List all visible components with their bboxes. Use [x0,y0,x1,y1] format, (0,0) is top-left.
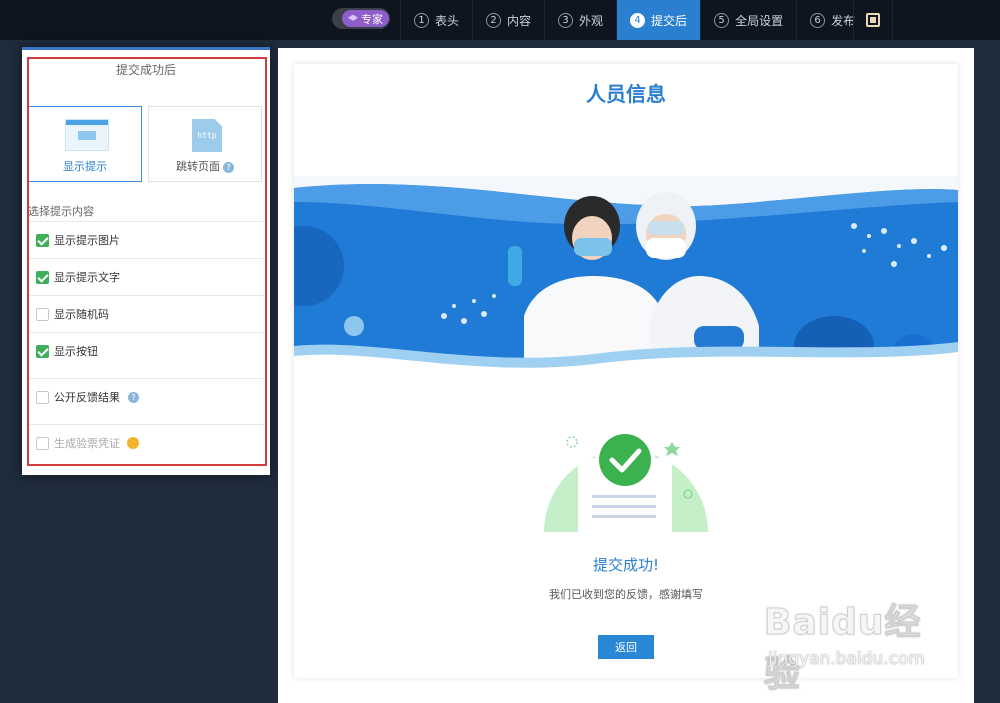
graduation-cap-icon [348,14,358,21]
baidu-watermark: Baidu经验 jingyan.baidu.com [764,593,954,696]
step-number: 3 [558,12,574,28]
checkbox-unchecked[interactable] [36,390,49,404]
checkbox-generate-ticket: 生成验票凭证 [28,424,264,461]
top-bar: 专家 1 表头 2 内容 3 外观 4 提交后 5 全局设置 6 发布 [0,0,1000,40]
http-file-icon: http [192,119,222,152]
step-number: 2 [486,12,502,28]
step-tabs: 1 表头 2 内容 3 外观 4 提交后 5 全局设置 6 发布 [400,0,868,40]
section-label: 选择提示内容 [28,205,94,218]
step-tab-after-submit[interactable]: 4 提交后 [616,0,701,40]
premium-badge-icon [127,437,139,449]
success-title: 提交成功! [592,556,659,574]
expert-mode-pill: 专家 [342,10,389,27]
step-label: 发布 [831,13,856,28]
step-number: 4 [630,12,646,28]
step-label: 表头 [435,13,460,28]
step-tab-header[interactable]: 1 表头 [400,0,472,40]
checkbox-label: 显示随机码 [54,308,109,321]
checkbox-disabled [36,436,49,450]
checkbox-checked[interactable] [36,233,49,247]
checkbox-label: 显示按钮 [54,345,98,358]
step-number: 6 [810,12,826,28]
watermark-sub-text: jingyan.baidu.com [768,649,925,670]
step-label: 全局设置 [735,13,784,28]
success-illustration [544,430,708,534]
http-icon-text: http [197,131,217,140]
step-number: 1 [414,12,429,28]
step-label: 内容 [507,13,532,28]
checkbox-label: 显示提示图片 [54,234,120,247]
fullscreen-icon [866,13,880,27]
help-icon[interactable]: ? [223,161,234,173]
checkbox-show-image[interactable]: 显示提示图片 [28,221,264,258]
preview-card: 人员信息 提交成功! 我们已收到您的反馈，感谢填写 返回 [294,64,958,678]
checkbox-label: 显示提示文字 [54,271,120,284]
form-title: 人员信息 [586,82,666,106]
redirect-page-label: 跳转页面 [176,160,220,173]
checkbox-unchecked[interactable] [36,307,49,321]
expert-mode-label: 专家 [361,12,383,26]
expert-mode-toggle[interactable]: 专家 [332,8,390,29]
checkbox-show-button[interactable]: 显示按钮 [28,332,264,369]
checkbox-public-feedback[interactable]: 公开反馈结果 ? [28,378,264,415]
checkbox-show-random-code[interactable]: 显示随机码 [28,295,264,332]
step-tab-global-settings[interactable]: 5 全局设置 [700,0,796,40]
checkbox-checked[interactable] [36,270,49,284]
panel-title: 提交成功后 [115,63,176,77]
step-tab-content[interactable]: 2 内容 [472,0,544,40]
redirect-page-option[interactable]: http 跳转页面? [148,106,262,182]
checkbox-show-text[interactable]: 显示提示文字 [28,258,264,295]
redirect-page-label-wrap: 跳转页面? [149,158,261,174]
checkbox-label: 公开反馈结果 [54,391,120,404]
after-submit-settings-panel: 提交成功后 显示提示 http 跳转页面? 选择提示内容 显示提示图片 显示提示… [22,47,270,475]
banner-image [294,176,958,384]
step-label: 提交后 [651,13,688,28]
checkbox-checked[interactable] [36,344,49,358]
step-tab-appearance[interactable]: 3 外观 [544,0,616,40]
show-tip-label: 显示提示 [63,160,107,173]
back-button[interactable]: 返回 [598,635,654,659]
fullscreen-button[interactable] [853,0,893,40]
window-icon [65,119,109,151]
show-tip-option[interactable]: 显示提示 [28,106,142,182]
checkbox-label: 生成验票凭证 [54,437,120,450]
watermark-main-text: Baidu经验 [764,602,922,696]
step-number: 5 [714,12,730,28]
step-label: 外观 [579,13,604,28]
help-icon[interactable]: ? [128,391,139,403]
